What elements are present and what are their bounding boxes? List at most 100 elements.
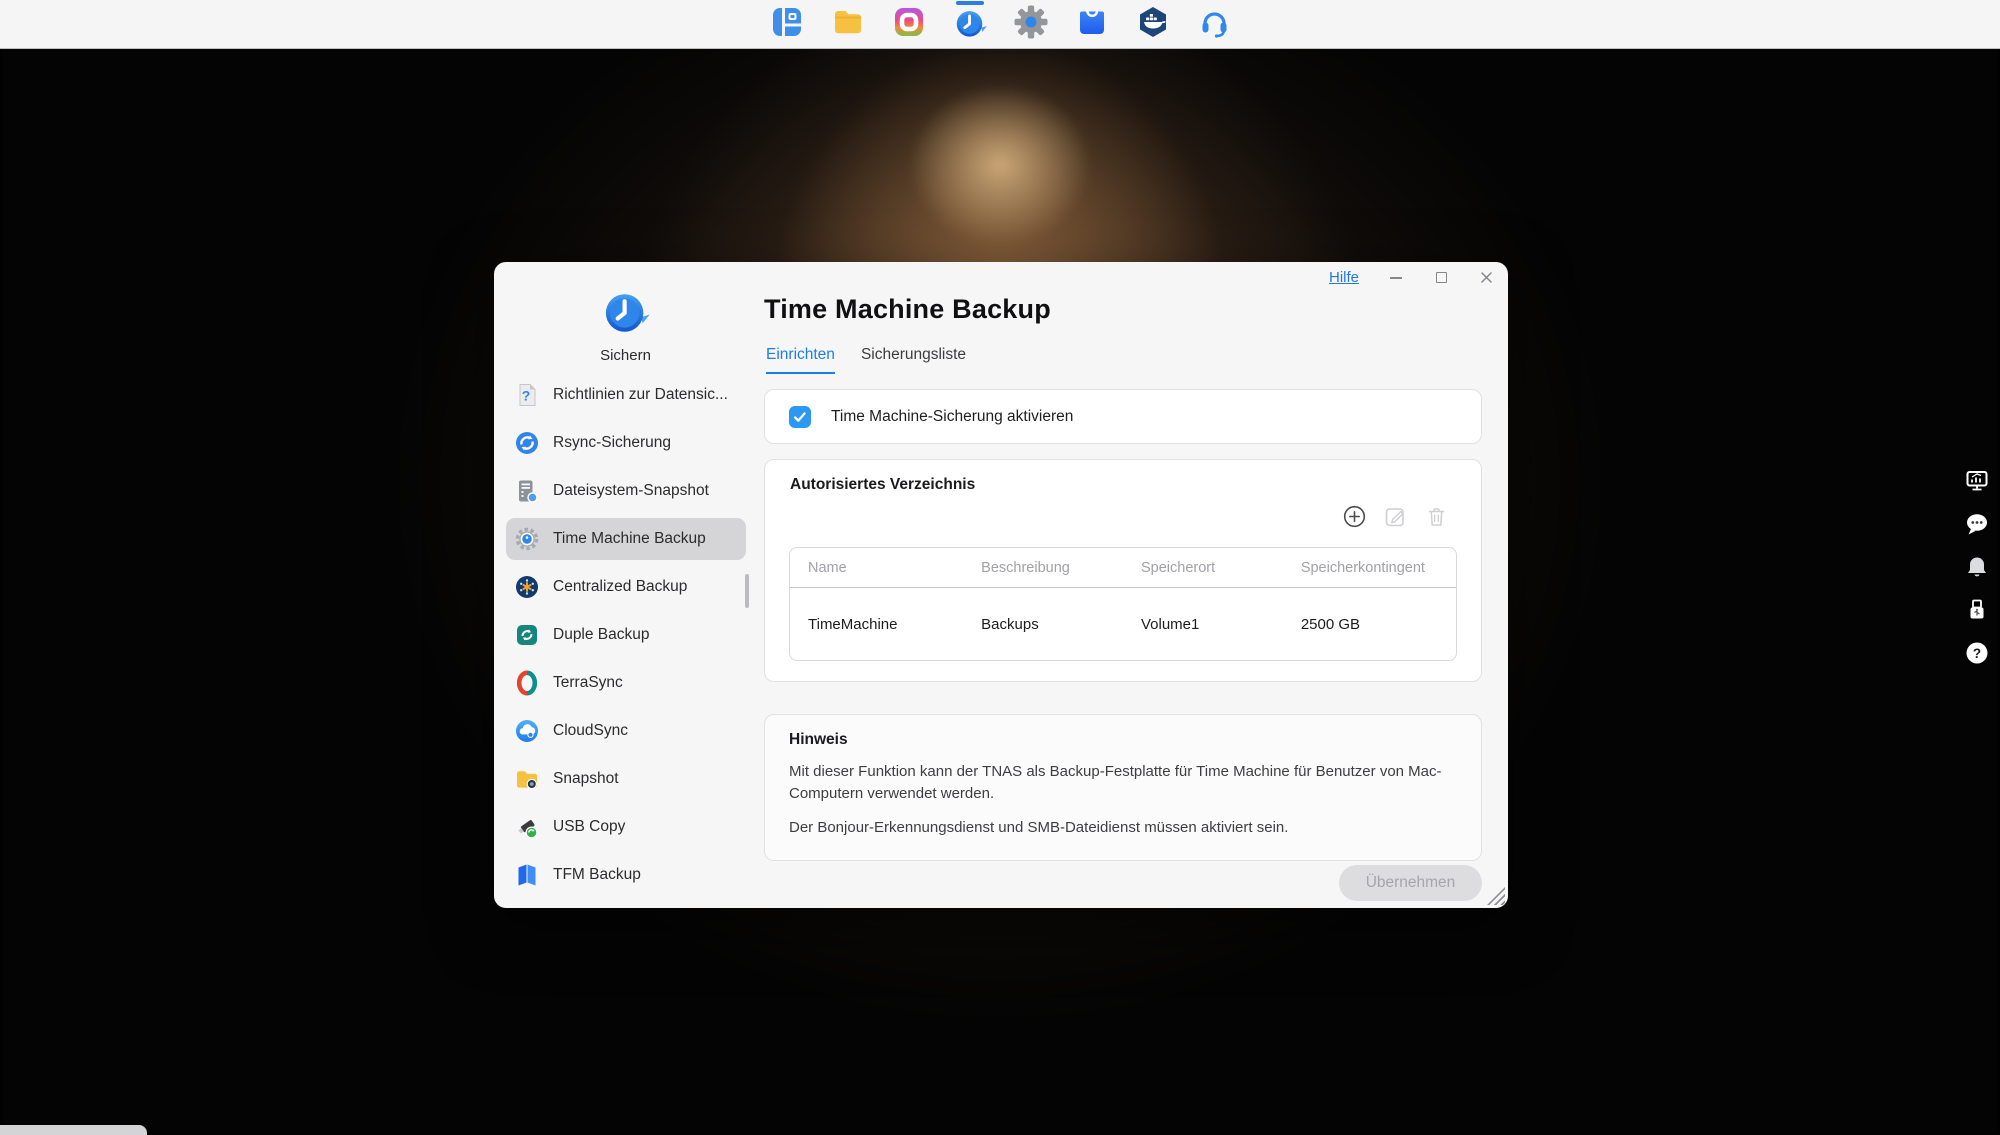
- rsync-icon: [514, 430, 540, 456]
- help-link[interactable]: Hilfe: [1329, 269, 1359, 286]
- dock-item-file-manager[interactable]: [831, 7, 865, 41]
- notice-title: Hinweis: [789, 731, 1457, 749]
- add-directory-button[interactable]: [1343, 505, 1366, 528]
- sidebar-item-time-machine-backup[interactable]: Time Machine Backup: [506, 518, 746, 560]
- sidebar-scrollbar[interactable]: [745, 574, 749, 608]
- window-controls: Hilfe: [1329, 269, 1494, 286]
- top-dock: [0, 0, 2000, 49]
- sidebar-item-label: Centralized Backup: [553, 578, 687, 596]
- apply-button[interactable]: Übernehmen: [1339, 865, 1482, 901]
- authorized-directory-title: Autorisiertes Verzeichnis: [790, 476, 975, 494]
- sidebar-item-richtlinien[interactable]: ? Richtlinien zur Datensic...: [506, 374, 746, 416]
- terrasync-icon: [514, 670, 540, 696]
- enable-checkbox-label: Time Machine-Sicherung aktivieren: [831, 408, 1073, 426]
- dock-item-multimedia[interactable]: [892, 7, 926, 41]
- cell-name: TimeMachine: [790, 616, 963, 633]
- sidebar-item-usb-copy[interactable]: USB Copy: [506, 806, 746, 848]
- minimize-button[interactable]: [1388, 270, 1404, 286]
- headset-icon: [1197, 5, 1231, 44]
- sidebar-item-rsync[interactable]: Rsync-Sicherung: [506, 422, 746, 464]
- snapshot-folder-icon: [514, 766, 540, 792]
- column-header-description: Beschreibung: [963, 560, 1123, 576]
- tab-einrichten[interactable]: Einrichten: [766, 346, 835, 374]
- sidebar-item-cloudsync[interactable]: CloudSync: [506, 710, 746, 752]
- enable-card: Time Machine-Sicherung aktivieren: [764, 389, 1482, 444]
- duple-backup-icon: [514, 622, 540, 648]
- column-header-location: Speicherort: [1123, 560, 1283, 576]
- backup-app-icon: [601, 325, 651, 342]
- sidebar-item-terrasync[interactable]: TerraSync: [506, 662, 746, 704]
- cell-description: Backups: [963, 616, 1123, 633]
- notice-card: Hinweis Mit dieser Funktion kann der TNA…: [764, 714, 1482, 861]
- privacy-policy-icon: ?: [514, 382, 540, 408]
- window-resize-handle[interactable]: [1487, 887, 1505, 905]
- cloudsync-icon: [514, 718, 540, 744]
- sidebar-item-dateisystem-snapshot[interactable]: Dateisystem-Snapshot: [506, 470, 746, 512]
- enable-checkbox[interactable]: [789, 406, 811, 428]
- dock-item-support[interactable]: [1197, 7, 1231, 41]
- usb-copy-icon: [514, 814, 540, 840]
- multimedia-icon: [892, 5, 926, 44]
- time-machine-icon: [514, 526, 540, 552]
- notice-paragraph-2: Der Bonjour-Erkennungsdienst und SMB-Dat…: [789, 817, 1457, 839]
- external-device-icon[interactable]: [1964, 597, 1990, 623]
- column-header-name: Name: [790, 560, 963, 576]
- sidebar-item-label: Time Machine Backup: [553, 530, 706, 548]
- help-icon[interactable]: ?: [1964, 640, 1990, 666]
- sidebar-item-label: Duple Backup: [553, 626, 650, 644]
- notifications-bell-icon[interactable]: [1964, 554, 1990, 580]
- cell-location: Volume1: [1123, 616, 1283, 633]
- filesystem-snapshot-icon: [514, 478, 540, 504]
- column-header-quota: Speicherkontingent: [1283, 560, 1456, 576]
- resource-monitor-icon[interactable]: [1964, 468, 1990, 494]
- folder-icon: [831, 5, 865, 44]
- maximize-icon: [1436, 272, 1447, 283]
- control-panel-icon: [770, 5, 804, 44]
- sidebar-item-centralized-backup[interactable]: Centralized Backup: [506, 566, 746, 608]
- edge-quick-icons: ?: [1964, 468, 1990, 666]
- sidebar-item-label: Rsync-Sicherung: [553, 434, 671, 452]
- directory-table: Name Beschreibung Speicherort Speicherko…: [789, 547, 1457, 661]
- sidebar-item-label: Richtlinien zur Datensic...: [553, 386, 728, 404]
- delete-directory-button[interactable]: [1425, 505, 1448, 528]
- active-app-indicator: [956, 1, 984, 5]
- app-name-label: Sichern: [494, 347, 757, 364]
- sidebar-item-snapshot[interactable]: Snapshot: [506, 758, 746, 800]
- docker-whale-icon: [1136, 5, 1170, 44]
- checkmark-icon: [792, 409, 808, 425]
- main-pane: Time Machine Backup Einrichten Sicherung…: [764, 262, 1482, 908]
- table-header-row: Name Beschreibung Speicherort Speicherko…: [790, 548, 1456, 588]
- sidebar-item-label: CloudSync: [553, 722, 628, 740]
- svg-text:?: ?: [1973, 646, 1981, 661]
- sidebar-item-label: USB Copy: [553, 818, 625, 836]
- dock-item-backup[interactable]: [953, 7, 987, 41]
- tab-sicherungsliste[interactable]: Sicherungsliste: [861, 346, 966, 374]
- sidebar-item-label: TFM Backup: [553, 866, 641, 884]
- page-title: Time Machine Backup: [764, 294, 1051, 325]
- dock-item-settings[interactable]: [1014, 7, 1048, 41]
- close-icon: [1480, 271, 1493, 284]
- table-row[interactable]: TimeMachine Backups Volume1 2500 GB: [790, 588, 1456, 660]
- backup-clock-icon: [953, 5, 987, 44]
- feedback-chat-icon[interactable]: [1964, 511, 1990, 537]
- svg-text:?: ?: [522, 388, 531, 404]
- sidebar-nav: ? Richtlinien zur Datensic... Rsync-Sich…: [506, 374, 746, 902]
- dock-item-control-panel[interactable]: [770, 7, 804, 41]
- tab-bar: Einrichten Sicherungsliste: [766, 346, 966, 374]
- dock-item-app-center[interactable]: [1075, 7, 1109, 41]
- close-button[interactable]: [1478, 270, 1494, 286]
- sidebar-item-tfm-backup[interactable]: TFM Backup: [506, 854, 746, 896]
- dock-item-docker[interactable]: [1136, 7, 1170, 41]
- app-sidebar: Sichern ? Richtlinien zur Datensic...: [494, 262, 757, 908]
- sidebar-item-label: Snapshot: [553, 770, 619, 788]
- shopping-bag-icon: [1075, 5, 1109, 44]
- minimize-icon: [1390, 277, 1402, 279]
- edit-directory-button[interactable]: [1384, 505, 1407, 528]
- sidebar-item-label: Dateisystem-Snapshot: [553, 482, 709, 500]
- gear-icon: [1014, 5, 1048, 44]
- sidebar-item-duple-backup[interactable]: Duple Backup: [506, 614, 746, 656]
- tfm-backup-icon: [514, 862, 540, 888]
- maximize-button[interactable]: [1433, 270, 1449, 286]
- backup-app-window: Hilfe Sichern ?: [494, 262, 1508, 908]
- taskbar-stub: [0, 1125, 147, 1135]
